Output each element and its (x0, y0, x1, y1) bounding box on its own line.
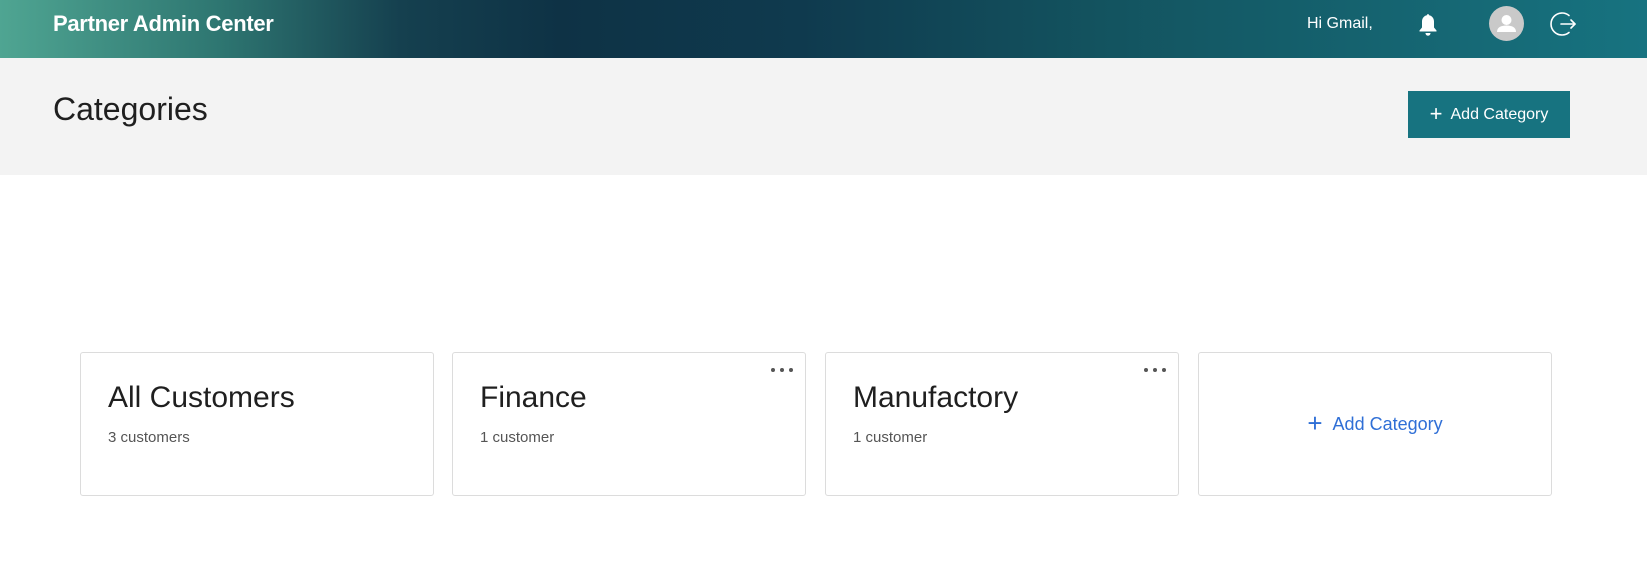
app-brand-title[interactable]: Partner Admin Center (53, 11, 274, 37)
add-category-button[interactable]: + Add Category (1408, 91, 1570, 138)
add-category-card-label: Add Category (1332, 413, 1443, 434)
person-icon (1497, 15, 1516, 32)
plus-icon: + (1429, 100, 1443, 126)
page-title: Categories (53, 91, 208, 127)
logout-icon[interactable] (1549, 9, 1579, 39)
category-card-title: Finance (480, 381, 587, 414)
category-card-title: Manufactory (853, 381, 1019, 414)
category-card-count: 3 customers (108, 429, 190, 446)
top-navigation-bar: Partner Admin Center Hi Gmail, (0, 0, 1647, 58)
category-cards: All Customers 3 customers Finance 1 cust… (80, 352, 1552, 496)
category-card-count: 1 customer (480, 429, 555, 446)
user-greeting: Hi Gmail, (1307, 15, 1373, 32)
category-card-finance[interactable]: Finance 1 customer (452, 352, 806, 496)
more-options-icon[interactable] (769, 361, 795, 379)
category-card-all-customers[interactable]: All Customers 3 customers (80, 352, 434, 496)
plus-icon: + (1307, 407, 1323, 438)
add-category-card[interactable]: + Add Category (1198, 352, 1552, 496)
more-options-icon[interactable] (1142, 361, 1168, 379)
add-category-button-label: Add Category (1450, 105, 1549, 123)
bell-icon[interactable] (1416, 12, 1440, 38)
page-header: Categories + Add Category (0, 58, 1647, 175)
category-card-count: 1 customer (853, 429, 928, 446)
category-card-title: All Customers (108, 381, 295, 414)
user-avatar[interactable] (1489, 6, 1524, 41)
category-card-manufactory[interactable]: Manufactory 1 customer (825, 352, 1179, 496)
